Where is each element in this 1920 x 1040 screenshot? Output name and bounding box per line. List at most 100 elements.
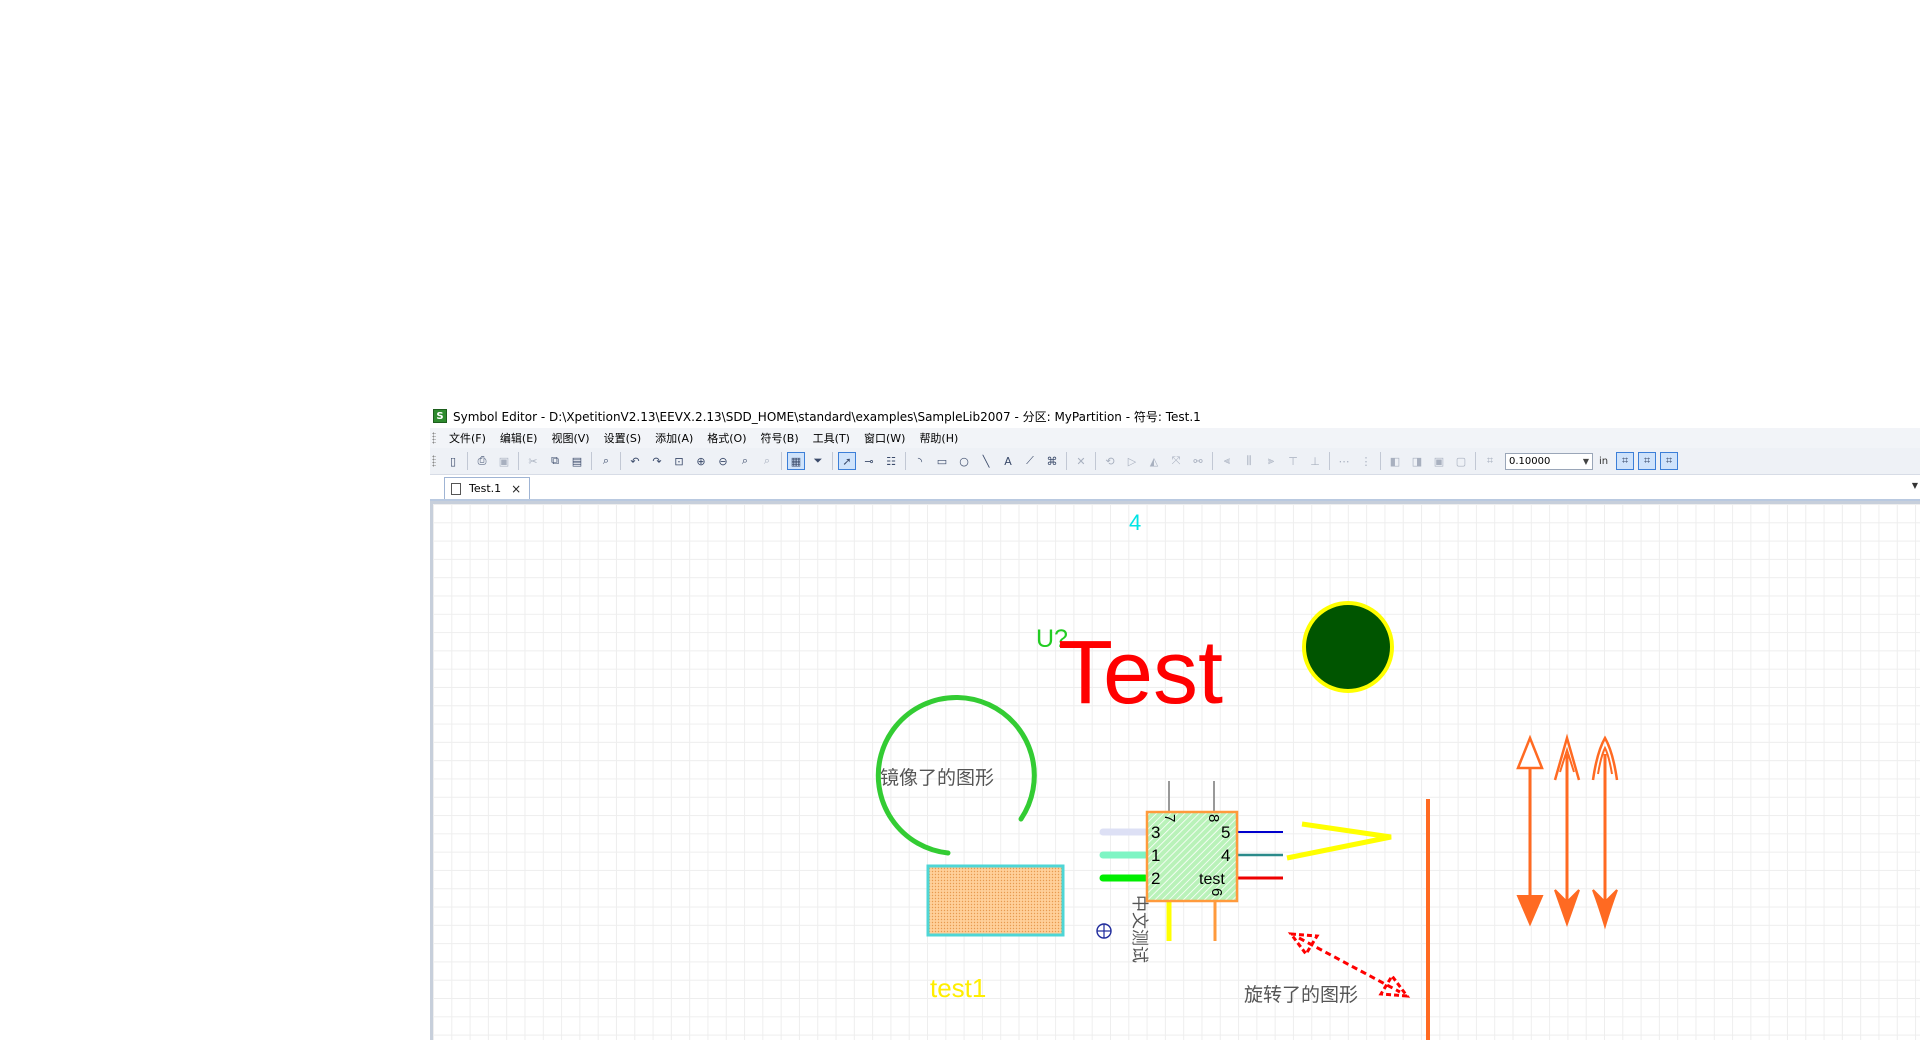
menu-format[interactable]: 格式(O) <box>700 430 753 446</box>
vertical-label[interactable]: 中文测试 <box>1129 895 1149 963</box>
align-right-icon[interactable]: ⫸ <box>1262 452 1280 470</box>
menu-tools[interactable]: 工具(T) <box>806 430 857 446</box>
rectangle-icon[interactable]: ▭ <box>933 452 951 470</box>
distribute-h-icon[interactable]: ⋯ <box>1335 452 1353 470</box>
toolbar-separator <box>518 452 519 470</box>
pointer-icon[interactable]: ➚ <box>838 452 856 470</box>
toolbar-separator <box>620 452 621 470</box>
menu-grip[interactable] <box>432 432 436 444</box>
menu-symbol[interactable]: 符号(B) <box>754 430 806 446</box>
document-tab-bar: Test.1 × ▼ <box>430 475 1920 501</box>
paste-icon[interactable]: ▤ <box>568 452 586 470</box>
pin-number-test: test <box>1199 871 1225 888</box>
ungroup-icon[interactable]: ▢ <box>1452 452 1470 470</box>
pin-number-7: 7 <box>1161 814 1178 822</box>
toolbar-separator <box>1066 452 1067 470</box>
symbol-drawing[interactable]: 4 U? Test 镜像了的图形 3 1 2 5 4 test 7 8 6 中文… <box>433 504 1920 1040</box>
toolbar-separator <box>591 452 592 470</box>
toolbar-separator <box>905 452 906 470</box>
undo-icon[interactable]: ↶ <box>626 452 644 470</box>
zoom-area-icon[interactable]: ⌕ <box>736 452 754 470</box>
symbol-editor-window: S Symbol Editor - D:\XpetitionV2.13\EEVX… <box>430 404 1920 1040</box>
tab-test-1[interactable]: Test.1 × <box>444 477 531 499</box>
copy-icon[interactable]: ⧉ <box>546 452 564 470</box>
zoom-previous-icon[interactable]: ⌕ <box>758 452 776 470</box>
align-bottom-icon[interactable]: ⊥ <box>1306 452 1324 470</box>
send-back-icon[interactable]: ◨ <box>1408 452 1426 470</box>
grid-spacing-select[interactable]: 0.10000 ▼ <box>1505 452 1593 470</box>
double-arrow-1[interactable] <box>1516 734 1544 927</box>
save-icon[interactable]: ▣ <box>495 452 513 470</box>
yellow-open-arrow[interactable] <box>1286 821 1392 861</box>
property-icon[interactable]: ⟋ <box>1021 452 1039 470</box>
dotted-rectangle-shape[interactable] <box>926 864 1065 937</box>
rotated-label[interactable]: 旋转了的图形 <box>1244 984 1358 1006</box>
pin-number-6: 6 <box>1208 888 1225 896</box>
grid-snap-icon[interactable]: ⌗ <box>1481 452 1499 470</box>
origin-marker <box>1096 923 1112 939</box>
double-arrow-2[interactable] <box>1553 733 1581 928</box>
stretch-icon[interactable]: ⚯ <box>1189 452 1207 470</box>
zoom-in-icon[interactable]: ⊕ <box>692 452 710 470</box>
menu-help[interactable]: 帮助(H) <box>912 430 965 446</box>
new-symbol-icon[interactable]: ▯ <box>444 452 462 470</box>
pin-number-3: 3 <box>1151 823 1160 842</box>
print-icon[interactable]: ⎙ <box>473 452 491 470</box>
app-icon: S <box>433 409 447 423</box>
filter-icon[interactable]: ⏷ <box>809 452 827 470</box>
close-icon[interactable]: × <box>511 482 521 496</box>
toolbar-separator <box>1095 452 1096 470</box>
redo-icon[interactable]: ↷ <box>648 452 666 470</box>
toolbar-separator <box>832 452 833 470</box>
tab-list-chevron-icon[interactable]: ▼ <box>1912 481 1918 490</box>
add-pin-icon[interactable]: ⊸ <box>860 452 878 470</box>
menu-setup[interactable]: 设置(S) <box>597 430 649 446</box>
text-icon[interactable]: A <box>999 452 1017 470</box>
find-icon[interactable]: ⌕ <box>597 452 615 470</box>
green-circle-shape[interactable] <box>1302 601 1394 693</box>
unit-label: in <box>1599 455 1609 467</box>
zoom-fit-icon[interactable]: ⊡ <box>670 452 688 470</box>
mirrored-label[interactable]: 镜像了的图形 <box>880 767 994 789</box>
add-pins-icon[interactable]: ☷ <box>882 452 900 470</box>
align-top-icon[interactable]: ⊤ <box>1284 452 1302 470</box>
title-text[interactable]: Test <box>1058 623 1223 723</box>
top-pin-label[interactable]: 4 <box>1129 510 1141 535</box>
menu-view[interactable]: 视图(V) <box>544 430 596 446</box>
delete-icon[interactable]: ✕ <box>1072 452 1090 470</box>
pin-number-2: 2 <box>1151 869 1160 888</box>
grid-settings-icon[interactable]: ⌗ <box>1660 452 1679 470</box>
align-center-icon[interactable]: ⫼ <box>1240 452 1258 470</box>
title-bar: S Symbol Editor - D:\XpetitionV2.13\EEVX… <box>430 404 1920 428</box>
snap-grid-icon[interactable]: ⌗ <box>1638 452 1657 470</box>
align-left-icon[interactable]: ⫷ <box>1218 452 1236 470</box>
circle-icon[interactable]: ○ <box>955 452 973 470</box>
drawing-canvas[interactable]: 4 U? Test 镜像了的图形 3 1 2 5 4 test 7 8 6 中文… <box>430 501 1920 1040</box>
group-icon[interactable]: ▣ <box>1430 452 1448 470</box>
bring-front-icon[interactable]: ◧ <box>1386 452 1404 470</box>
mirror-icon[interactable]: ◭ <box>1145 452 1163 470</box>
toolbar: ▯ ⎙ ▣ ✂ ⧉ ▤ ⌕ ↶ ↷ ⊡ ⊕ ⊖ ⌕ ⌕ ▦ ⏷ ➚ ⊸ ☷ ◝ … <box>430 448 1920 475</box>
bottom-label[interactable]: test1 <box>930 973 986 1003</box>
arc-icon[interactable]: ◝ <box>911 452 929 470</box>
move-icon[interactable]: ⤧ <box>1167 452 1185 470</box>
toolbar-grip[interactable] <box>432 455 436 467</box>
double-arrow-3[interactable] <box>1591 735 1619 930</box>
line-icon[interactable]: ╲ <box>977 452 995 470</box>
select-mode-icon[interactable]: ▦ <box>787 452 805 470</box>
chevron-down-icon[interactable]: ▼ <box>1580 454 1592 469</box>
property-text-icon[interactable]: ⌘ <box>1043 452 1061 470</box>
pin-number-4: 4 <box>1221 846 1230 865</box>
flip-icon[interactable]: ▷ <box>1123 452 1141 470</box>
menu-bar: 文件(F) 编辑(E) 视图(V) 设置(S) 添加(A) 格式(O) 符号(B… <box>430 428 1920 448</box>
rotate-icon[interactable]: ⟲ <box>1101 452 1119 470</box>
menu-file[interactable]: 文件(F) <box>442 430 493 446</box>
show-grid-icon[interactable]: ⌗ <box>1616 452 1635 470</box>
cut-icon[interactable]: ✂ <box>524 452 542 470</box>
distribute-v-icon[interactable]: ⋮ <box>1357 452 1375 470</box>
zoom-out-icon[interactable]: ⊖ <box>714 452 732 470</box>
menu-edit[interactable]: 编辑(E) <box>493 430 545 446</box>
menu-window[interactable]: 窗口(W) <box>857 430 912 446</box>
menu-add[interactable]: 添加(A) <box>648 430 700 446</box>
window-title: Symbol Editor - D:\XpetitionV2.13\EEVX.2… <box>453 409 1201 424</box>
